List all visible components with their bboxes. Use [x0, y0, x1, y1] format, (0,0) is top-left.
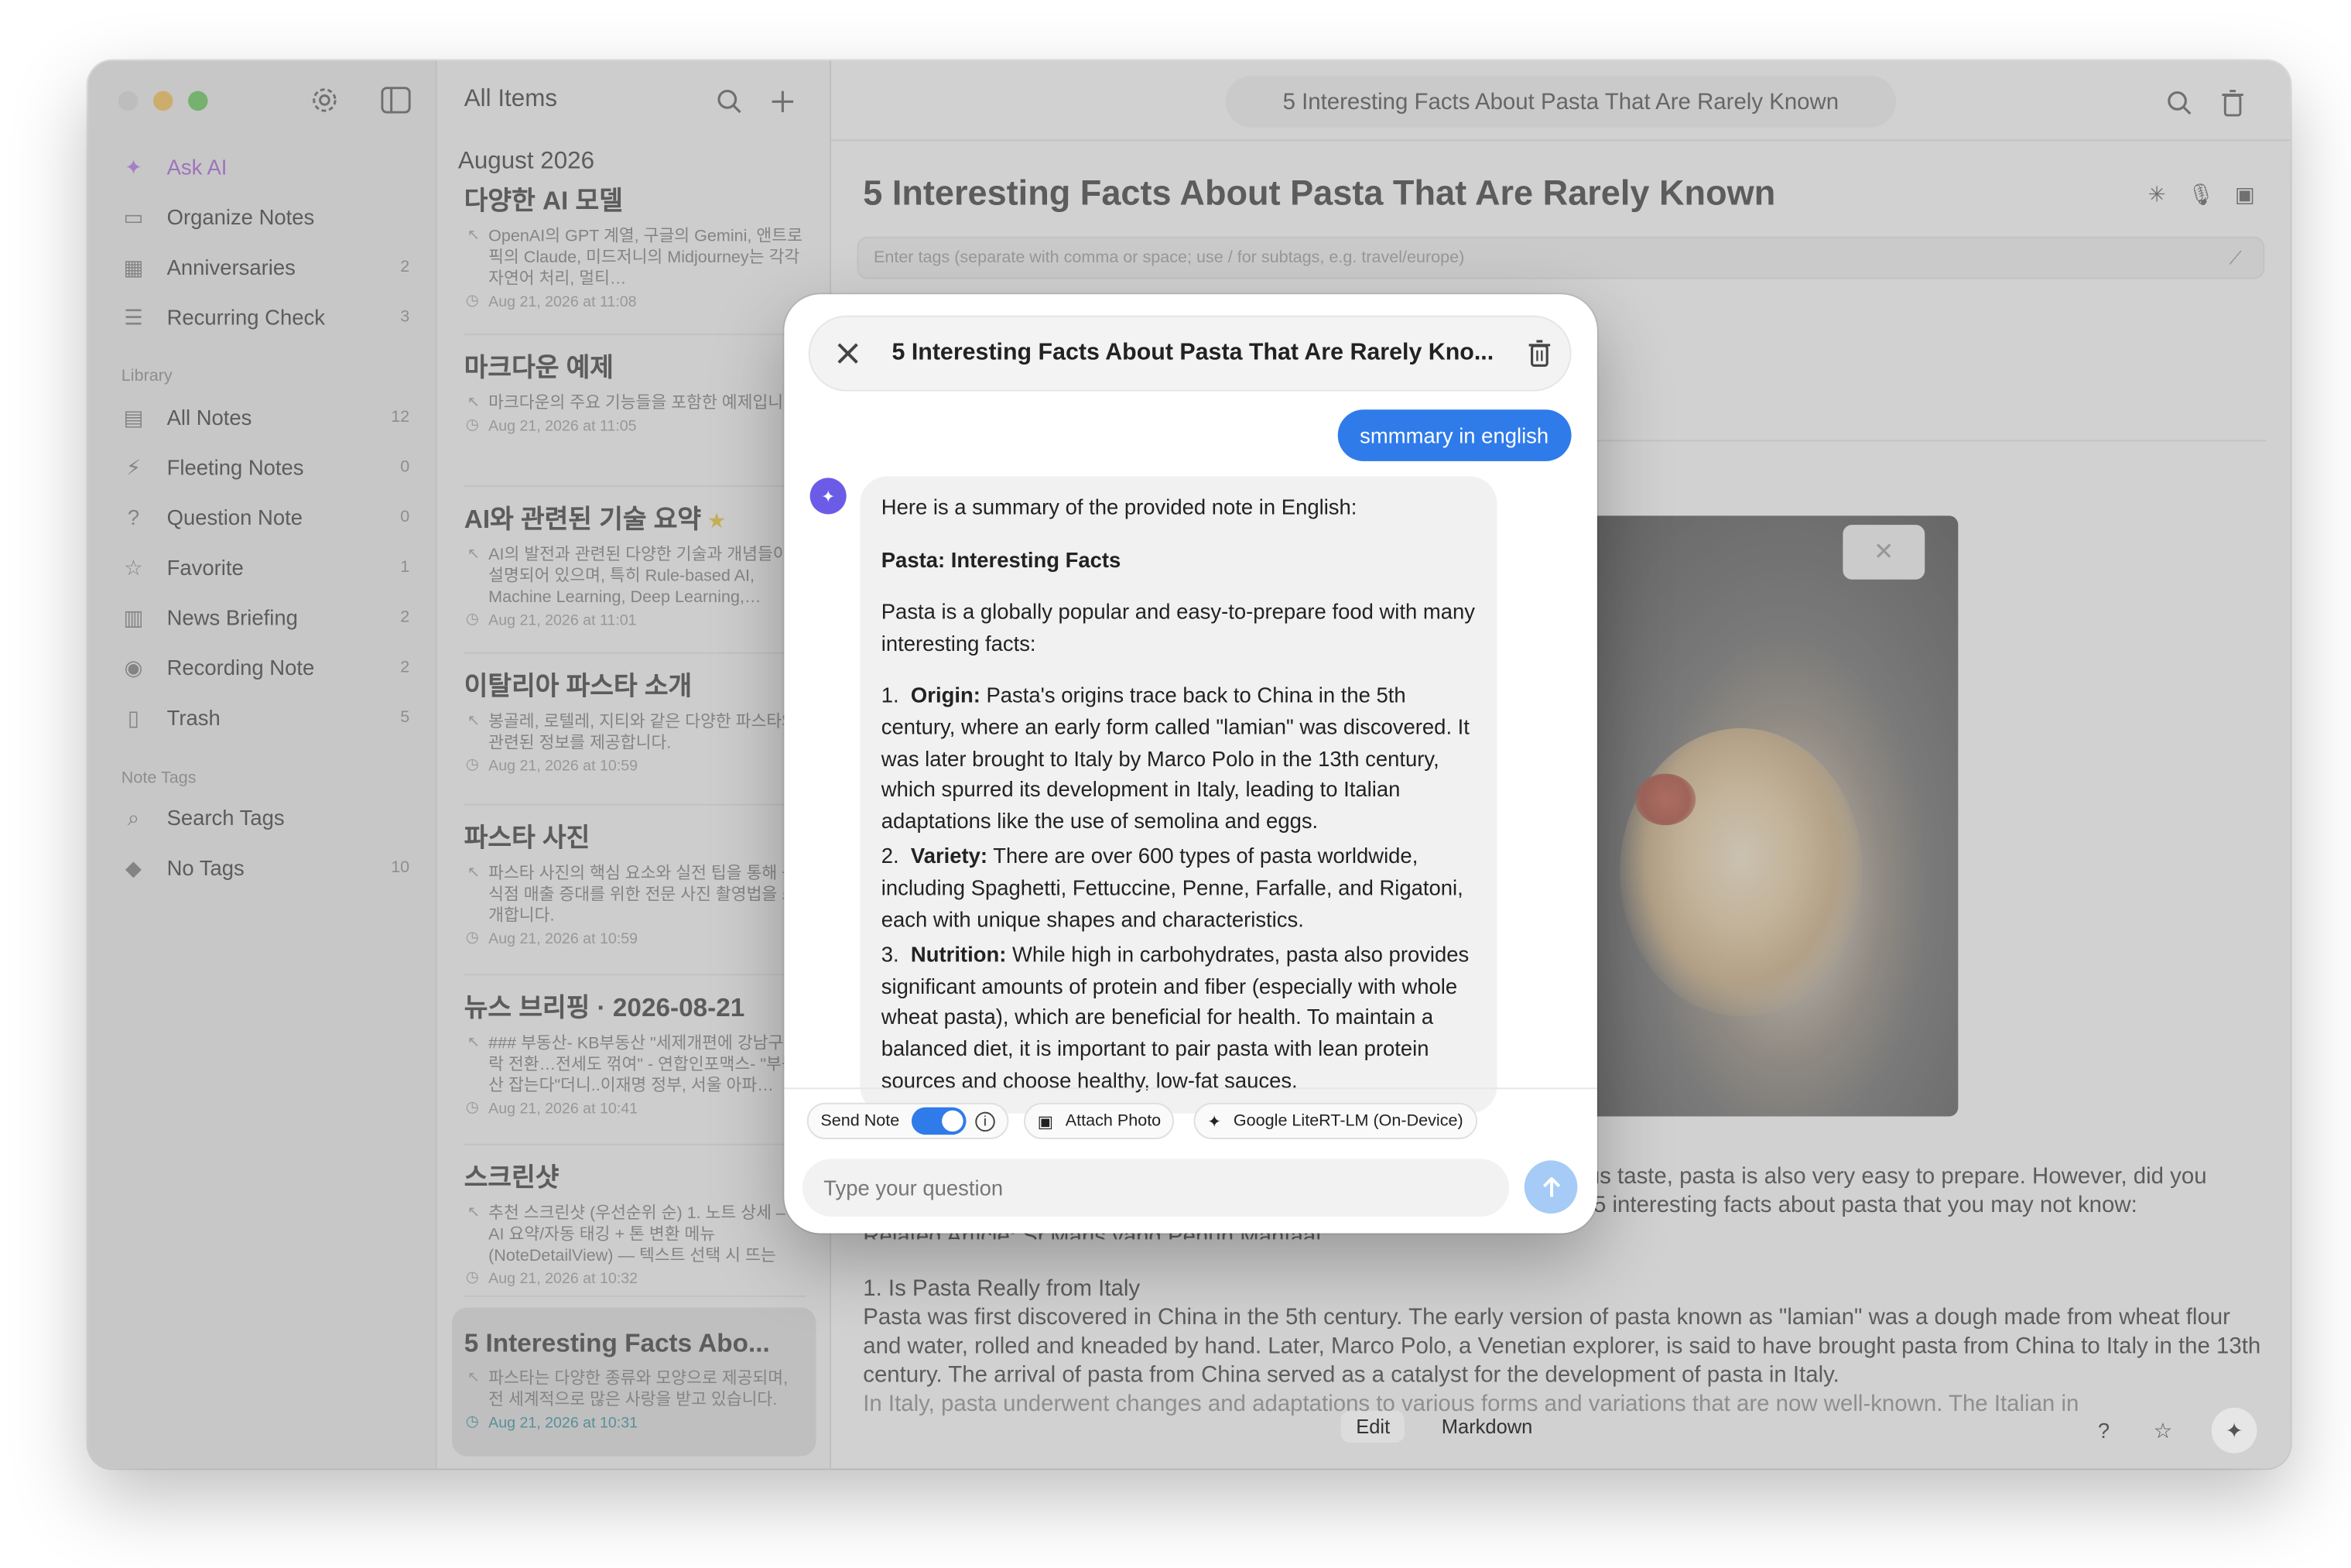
question-placeholder: Type your question [823, 1176, 1004, 1200]
sparkle-icon: ✦ [1207, 1112, 1222, 1131]
info-icon[interactable]: i [975, 1111, 995, 1131]
item-number: 2. [881, 844, 899, 868]
photo-icon: ▣ [1037, 1112, 1054, 1131]
model-label: Google LiteRT-LM (On-Device) [1233, 1111, 1463, 1131]
attach-photo-label: Attach Photo [1065, 1111, 1162, 1131]
model-selector[interactable]: ✦ Google LiteRT-LM (On-Device) [1193, 1102, 1477, 1139]
help-icon[interactable]: ? [2081, 1408, 2127, 1453]
question-input[interactable]: Type your question [802, 1159, 1510, 1217]
send-note-chip: Send Note i [806, 1102, 1009, 1139]
send-note-toggle[interactable] [911, 1107, 967, 1135]
ai-response: Here is a summary of the provided note i… [860, 476, 1497, 1114]
send-button[interactable] [1524, 1160, 1578, 1214]
ai-sparkle-icon[interactable]: ✦ [2211, 1407, 2257, 1453]
item-number: 1. [881, 683, 899, 708]
response-intro: Here is a summary of the provided note i… [881, 494, 1357, 519]
editor-mode-switch: Edit Markdown [1340, 1410, 1548, 1443]
user-message: smmmary in english [1336, 409, 1572, 461]
response-lead: Pasta is a globally popular and easy-to-… [881, 599, 1476, 656]
edit-mode-tab[interactable]: Edit [1340, 1410, 1405, 1443]
response-list-item: 3. Nutrition: While high in carbohydrate… [881, 939, 1476, 1095]
send-note-label: Send Note [820, 1111, 900, 1131]
ask-ai-panel: 5 Interesting Facts About Pasta That Are… [784, 294, 1597, 1234]
trash-icon[interactable] [1509, 316, 1569, 392]
response-list-item: 1. Origin: Pasta's origins trace back to… [881, 680, 1476, 837]
response-list: 1. Origin: Pasta's origins trace back to… [881, 680, 1476, 1095]
attach-photo-button[interactable]: ▣ Attach Photo [1024, 1102, 1175, 1139]
ai-panel-divider [784, 1087, 1597, 1090]
response-list-item: 2. Variety: There are over 600 types of … [881, 841, 1476, 935]
ai-panel-title: 5 Interesting Facts About Pasta That Are… [891, 340, 1494, 366]
response-heading: Pasta: Interesting Facts [881, 546, 1121, 572]
item-label: Variety: [910, 844, 988, 868]
item-label: Nutrition: [910, 942, 1007, 967]
close-icon[interactable] [810, 316, 886, 392]
item-number: 3. [881, 942, 899, 967]
ai-avatar-icon: ✦ [809, 478, 847, 515]
ai-panel-header: 5 Interesting Facts About Pasta That Are… [808, 315, 1572, 392]
markdown-mode-tab[interactable]: Markdown [1426, 1411, 1548, 1443]
item-label: Origin: [910, 683, 980, 708]
star-icon[interactable]: ☆ [2141, 1408, 2186, 1453]
